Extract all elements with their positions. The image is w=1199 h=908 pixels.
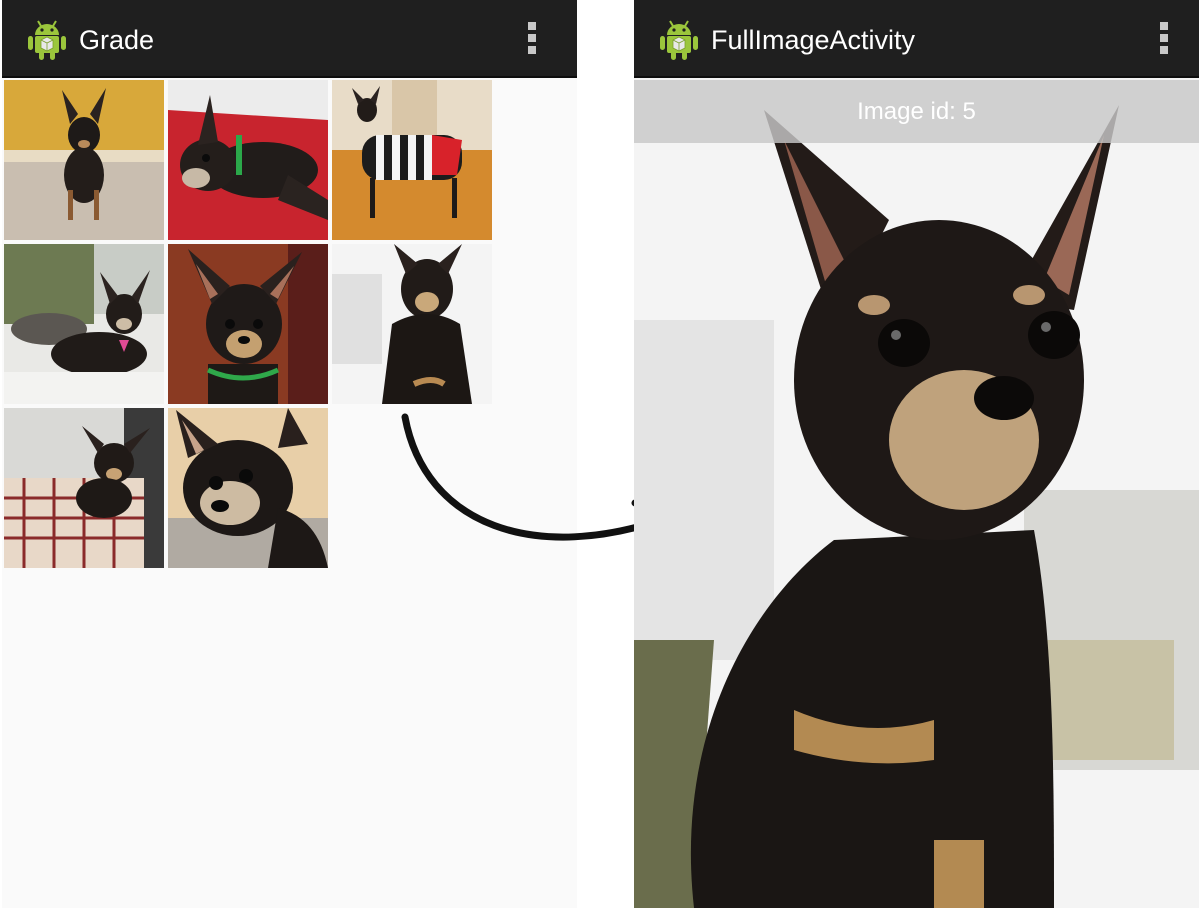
image-id-label: Image id: 5: [634, 80, 1199, 143]
page-title: Grade: [79, 25, 155, 55]
dog-photo-6: [332, 244, 492, 404]
dog-photo-8: [168, 408, 328, 568]
dog-photo-1: [4, 80, 164, 240]
dog-photo-3: [332, 80, 492, 240]
dog-photo-7: [4, 408, 164, 568]
full-image-screen: Image id: 5 FullImageActivity: [634, 0, 1199, 908]
grid-thumbnail-8[interactable]: [168, 408, 328, 568]
overflow-menu-icon[interactable]: [1158, 22, 1170, 58]
grid-thumbnail-1[interactable]: [4, 80, 164, 240]
dog-photo-5: [168, 244, 328, 404]
dog-photo-full: [634, 80, 1199, 908]
full-dog-photo[interactable]: [634, 80, 1199, 908]
page-title: FullImageActivity: [711, 25, 916, 55]
dog-photo-4: [4, 244, 164, 404]
android-icon[interactable]: [658, 18, 700, 62]
grid-thumbnail-7[interactable]: [4, 408, 164, 568]
action-bar: Grade: [2, 0, 577, 78]
android-icon[interactable]: [26, 18, 68, 62]
overflow-menu-icon[interactable]: [526, 22, 538, 58]
grid-thumbnail-3[interactable]: [332, 80, 492, 240]
grid-thumbnail-6[interactable]: [332, 244, 492, 404]
dog-photo-2: [168, 80, 328, 240]
grid-thumbnail-2[interactable]: [168, 80, 328, 240]
action-bar: FullImageActivity: [634, 0, 1199, 78]
grid-thumbnail-5[interactable]: [168, 244, 328, 404]
grid-thumbnail-4[interactable]: [4, 244, 164, 404]
